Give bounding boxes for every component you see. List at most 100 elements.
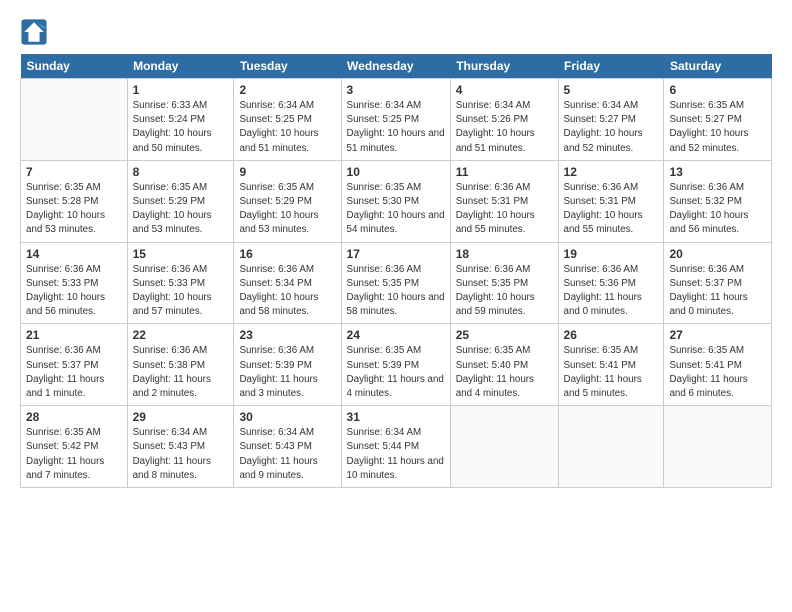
calendar-table: SundayMondayTuesdayWednesdayThursdayFrid… xyxy=(20,54,772,488)
day-cell: 2 Sunrise: 6:34 AM Sunset: 5:25 PM Daylig… xyxy=(234,79,341,161)
week-row-5: 28Sunrise: 6:35 AM Sunset: 5:42 PM Dayli… xyxy=(21,406,772,488)
day-info: Sunrise: 6:36 AM Sunset: 5:38 PM Dayligh… xyxy=(133,344,229,401)
day-info: Sunrise: 6:34 AM Sunset: 5:25 PM Dayligh… xyxy=(239,99,335,156)
day-cell: 18 Sunrise: 6:36 AM Sunset: 5:35 PM Dayli… xyxy=(450,242,558,324)
week-row-4: 21 Sunrise: 6:36 AM Sunset: 5:37 PM Dayli… xyxy=(21,324,772,406)
day-cell: 8 Sunrise: 6:35 AM Sunset: 5:29 PM Daylig… xyxy=(127,160,234,242)
header xyxy=(20,18,772,46)
day-number: 23 xyxy=(239,328,335,342)
day-info: Sunrise: 6:35 AM Sunset: 5:39 PM Dayligh… xyxy=(347,344,445,401)
day-number: 13 xyxy=(669,165,766,179)
day-info: Sunrise: 6:36 AM Sunset: 5:39 PM Dayligh… xyxy=(239,344,335,401)
day-cell: 26 Sunrise: 6:35 AM Sunset: 5:41 PM Dayli… xyxy=(558,324,664,406)
logo-area xyxy=(20,18,50,46)
day-number: 30 xyxy=(239,410,335,424)
day-info: Sunrise: 6:35 AM Sunset: 5:30 PM Dayligh… xyxy=(347,181,445,238)
day-info: Sunrise: 6:35 AM Sunset: 5:29 PM Dayligh… xyxy=(239,181,335,238)
day-cell: 5 Sunrise: 6:34 AM Sunset: 5:27 PM Daylig… xyxy=(558,79,664,161)
day-number: 24 xyxy=(347,328,445,342)
day-cell: 3 Sunrise: 6:34 AM Sunset: 5:25 PM Daylig… xyxy=(341,79,450,161)
day-info: Sunrise: 6:36 AM Sunset: 5:33 PM Dayligh… xyxy=(26,263,122,320)
day-cell: 30Sunrise: 6:34 AM Sunset: 5:43 PM Dayli… xyxy=(234,406,341,488)
day-number: 4 xyxy=(456,83,553,97)
day-info: Sunrise: 6:35 AM Sunset: 5:40 PM Dayligh… xyxy=(456,344,553,401)
week-row-3: 14 Sunrise: 6:36 AM Sunset: 5:33 PM Dayli… xyxy=(21,242,772,324)
day-number: 10 xyxy=(347,165,445,179)
day-cell xyxy=(450,406,558,488)
day-info: Sunrise: 6:36 AM Sunset: 5:31 PM Dayligh… xyxy=(456,181,553,238)
day-number: 1 xyxy=(133,83,229,97)
week-row-2: 7Sunrise: 6:35 AM Sunset: 5:28 PM Daylig… xyxy=(21,160,772,242)
day-info: Sunrise: 6:36 AM Sunset: 5:35 PM Dayligh… xyxy=(456,263,553,320)
day-cell: 16 Sunrise: 6:36 AM Sunset: 5:34 PM Dayli… xyxy=(234,242,341,324)
day-number: 29 xyxy=(133,410,229,424)
day-info: Sunrise: 6:34 AM Sunset: 5:44 PM Dayligh… xyxy=(347,426,445,483)
logo-icon xyxy=(20,18,48,46)
day-cell: 19 Sunrise: 6:36 AM Sunset: 5:36 PM Dayli… xyxy=(558,242,664,324)
day-number: 7 xyxy=(26,165,122,179)
day-number: 20 xyxy=(669,247,766,261)
day-cell: 28Sunrise: 6:35 AM Sunset: 5:42 PM Dayli… xyxy=(21,406,128,488)
day-number: 16 xyxy=(239,247,335,261)
day-cell xyxy=(664,406,772,488)
day-cell: 23 Sunrise: 6:36 AM Sunset: 5:39 PM Dayli… xyxy=(234,324,341,406)
day-info: Sunrise: 6:34 AM Sunset: 5:25 PM Dayligh… xyxy=(347,99,445,156)
day-info: Sunrise: 6:34 AM Sunset: 5:43 PM Dayligh… xyxy=(133,426,229,483)
day-info: Sunrise: 6:36 AM Sunset: 5:31 PM Dayligh… xyxy=(564,181,659,238)
weekday-header-wednesday: Wednesday xyxy=(341,54,450,79)
day-number: 19 xyxy=(564,247,659,261)
day-cell: 24 Sunrise: 6:35 AM Sunset: 5:39 PM Dayli… xyxy=(341,324,450,406)
weekday-header-sunday: Sunday xyxy=(21,54,128,79)
day-cell: 10 Sunrise: 6:35 AM Sunset: 5:30 PM Dayli… xyxy=(341,160,450,242)
weekday-header-monday: Monday xyxy=(127,54,234,79)
day-cell: 1 Sunrise: 6:33 AM Sunset: 5:24 PM Daylig… xyxy=(127,79,234,161)
day-number: 26 xyxy=(564,328,659,342)
day-cell: 29 Sunrise: 6:34 AM Sunset: 5:43 PM Dayli… xyxy=(127,406,234,488)
day-info: Sunrise: 6:34 AM Sunset: 5:27 PM Dayligh… xyxy=(564,99,659,156)
day-cell: 15Sunrise: 6:36 AM Sunset: 5:33 PM Dayli… xyxy=(127,242,234,324)
day-number: 21 xyxy=(26,328,122,342)
day-cell: 11 Sunrise: 6:36 AM Sunset: 5:31 PM Dayli… xyxy=(450,160,558,242)
day-info: Sunrise: 6:34 AM Sunset: 5:26 PM Dayligh… xyxy=(456,99,553,156)
day-info: Sunrise: 6:36 AM Sunset: 5:37 PM Dayligh… xyxy=(26,344,122,401)
weekday-header-tuesday: Tuesday xyxy=(234,54,341,79)
weekday-header-row: SundayMondayTuesdayWednesdayThursdayFrid… xyxy=(21,54,772,79)
day-info: Sunrise: 6:35 AM Sunset: 5:27 PM Dayligh… xyxy=(669,99,766,156)
day-info: Sunrise: 6:35 AM Sunset: 5:41 PM Dayligh… xyxy=(564,344,659,401)
day-cell: 17 Sunrise: 6:36 AM Sunset: 5:35 PM Dayli… xyxy=(341,242,450,324)
day-cell: 4 Sunrise: 6:34 AM Sunset: 5:26 PM Daylig… xyxy=(450,79,558,161)
week-row-1: 1 Sunrise: 6:33 AM Sunset: 5:24 PM Daylig… xyxy=(21,79,772,161)
day-info: Sunrise: 6:36 AM Sunset: 5:34 PM Dayligh… xyxy=(239,263,335,320)
day-cell: 9 Sunrise: 6:35 AM Sunset: 5:29 PM Daylig… xyxy=(234,160,341,242)
day-number: 27 xyxy=(669,328,766,342)
weekday-header-saturday: Saturday xyxy=(664,54,772,79)
day-cell: 20Sunrise: 6:36 AM Sunset: 5:37 PM Dayli… xyxy=(664,242,772,324)
day-number: 11 xyxy=(456,165,553,179)
day-cell: 25 Sunrise: 6:35 AM Sunset: 5:40 PM Dayli… xyxy=(450,324,558,406)
day-info: Sunrise: 6:35 AM Sunset: 5:29 PM Dayligh… xyxy=(133,181,229,238)
day-number: 25 xyxy=(456,328,553,342)
day-number: 12 xyxy=(564,165,659,179)
day-number: 18 xyxy=(456,247,553,261)
day-info: Sunrise: 6:33 AM Sunset: 5:24 PM Dayligh… xyxy=(133,99,229,156)
day-cell: 27Sunrise: 6:35 AM Sunset: 5:41 PM Dayli… xyxy=(664,324,772,406)
day-cell: 13 Sunrise: 6:36 AM Sunset: 5:32 PM Dayli… xyxy=(664,160,772,242)
day-info: Sunrise: 6:35 AM Sunset: 5:42 PM Dayligh… xyxy=(26,426,122,483)
day-cell xyxy=(21,79,128,161)
page: SundayMondayTuesdayWednesdayThursdayFrid… xyxy=(0,0,792,498)
day-info: Sunrise: 6:36 AM Sunset: 5:36 PM Dayligh… xyxy=(564,263,659,320)
day-cell: 21 Sunrise: 6:36 AM Sunset: 5:37 PM Dayli… xyxy=(21,324,128,406)
day-info: Sunrise: 6:36 AM Sunset: 5:35 PM Dayligh… xyxy=(347,263,445,320)
day-number: 5 xyxy=(564,83,659,97)
day-cell: 22Sunrise: 6:36 AM Sunset: 5:38 PM Dayli… xyxy=(127,324,234,406)
day-number: 14 xyxy=(26,247,122,261)
day-number: 17 xyxy=(347,247,445,261)
day-cell: 12 Sunrise: 6:36 AM Sunset: 5:31 PM Dayli… xyxy=(558,160,664,242)
day-number: 8 xyxy=(133,165,229,179)
day-number: 3 xyxy=(347,83,445,97)
day-info: Sunrise: 6:36 AM Sunset: 5:32 PM Dayligh… xyxy=(669,181,766,238)
day-info: Sunrise: 6:36 AM Sunset: 5:33 PM Dayligh… xyxy=(133,263,229,320)
day-cell: 14 Sunrise: 6:36 AM Sunset: 5:33 PM Dayli… xyxy=(21,242,128,324)
day-number: 9 xyxy=(239,165,335,179)
day-number: 2 xyxy=(239,83,335,97)
